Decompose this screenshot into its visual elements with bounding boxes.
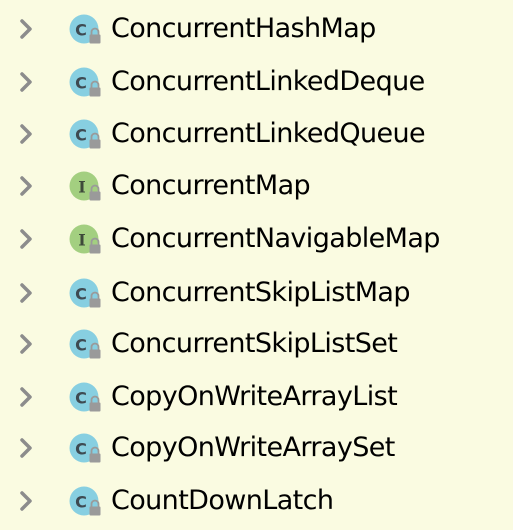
class-icon: C	[67, 65, 107, 101]
tree-item-label: CopyOnWriteArraySet	[111, 431, 395, 463]
chevron-right-icon[interactable]	[17, 488, 37, 514]
interface-icon: I	[67, 222, 107, 258]
tree-item-label: ConcurrentLinkedDeque	[111, 65, 425, 97]
tree-row[interactable]: I ConcurrentNavigableMap	[0, 213, 513, 265]
chevron-right-icon[interactable]	[17, 331, 37, 357]
chevron-right-icon[interactable]	[17, 384, 37, 410]
chevron-right-icon[interactable]	[17, 173, 37, 199]
class-icon: C	[67, 117, 107, 153]
icon-letter: C	[75, 493, 87, 512]
tree-item-label: ConcurrentMap	[111, 169, 311, 201]
chevron-right-icon[interactable]	[17, 69, 37, 95]
tree-row[interactable]: C CountDownLatch	[0, 475, 513, 527]
class-icon: C	[67, 484, 107, 520]
tree-item-label: ConcurrentSkipListSet	[111, 327, 398, 359]
icon-letter: C	[75, 21, 87, 40]
icon-letter: C	[75, 336, 87, 355]
icon-letter: C	[75, 440, 87, 459]
tree-item-label: ConcurrentNavigableMap	[111, 222, 440, 254]
class-icon: C	[67, 327, 107, 363]
icon-letter: I	[78, 178, 85, 197]
chevron-right-icon[interactable]	[17, 16, 37, 42]
tree-item-label: ConcurrentHashMap	[111, 12, 376, 44]
icon-letter: C	[75, 285, 87, 304]
tree-row[interactable]: C ConcurrentSkipListSet	[0, 318, 513, 370]
tree-row[interactable]: C ConcurrentHashMap	[0, 3, 513, 55]
icon-letter: C	[75, 126, 87, 145]
class-icon: C	[67, 431, 107, 467]
chevron-right-icon[interactable]	[17, 435, 37, 461]
tree-row[interactable]: C ConcurrentLinkedQueue	[0, 108, 513, 160]
tree-item-label: ConcurrentLinkedQueue	[111, 117, 426, 149]
class-icon: C	[67, 12, 107, 48]
project-tree: C ConcurrentHashMap C ConcurrentLinkedDe…	[0, 0, 513, 530]
chevron-right-icon[interactable]	[17, 280, 37, 306]
chevron-right-icon[interactable]	[17, 226, 37, 252]
chevron-right-icon[interactable]	[17, 121, 37, 147]
tree-item-label: CopyOnWriteArrayList	[111, 380, 398, 412]
tree-item-label: CountDownLatch	[111, 484, 334, 516]
interface-icon: I	[67, 169, 107, 205]
tree-row[interactable]: I ConcurrentMap	[0, 160, 513, 212]
tree-row[interactable]: C CopyOnWriteArraySet	[0, 422, 513, 474]
tree-row[interactable]: C CopyOnWriteArrayList	[0, 371, 513, 423]
tree-row[interactable]: C ConcurrentSkipListMap	[0, 267, 513, 319]
icon-letter: C	[75, 74, 87, 93]
tree-item-label: ConcurrentSkipListMap	[111, 276, 410, 308]
icon-letter: I	[78, 231, 85, 250]
tree-row[interactable]: C ConcurrentLinkedDeque	[0, 56, 513, 108]
icon-letter: C	[75, 389, 87, 408]
class-icon: C	[67, 276, 107, 312]
class-icon: C	[67, 380, 107, 416]
